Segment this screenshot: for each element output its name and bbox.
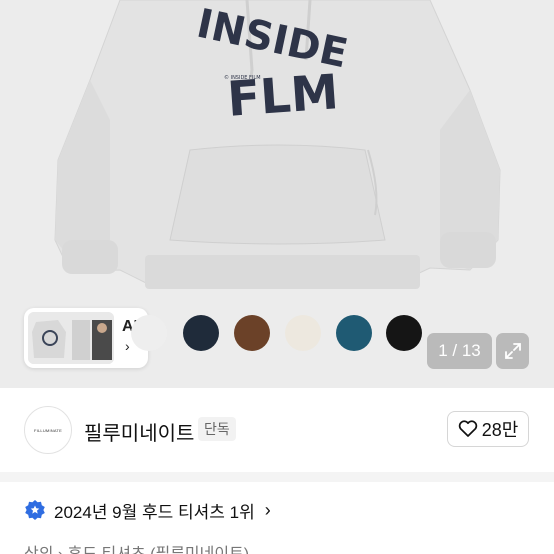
expand-icon[interactable] bbox=[496, 333, 529, 369]
seller-logo-text: FILLUMINATE bbox=[34, 427, 62, 433]
seller-logo[interactable]: FILLUMINATE bbox=[24, 406, 72, 454]
print-text-bottom: FLM bbox=[226, 64, 341, 128]
exclusive-badge: 단독 bbox=[198, 417, 236, 441]
color-swatch-black[interactable] bbox=[386, 315, 422, 351]
color-swatch-brown[interactable] bbox=[234, 315, 270, 351]
image-counter: 1 / 13 bbox=[427, 333, 492, 369]
ai-styling-thumbnail[interactable]: AI › bbox=[24, 308, 148, 368]
heart-icon bbox=[458, 420, 477, 437]
ranking-text: 2024년 9월 후드 티셔츠 1위 bbox=[54, 502, 255, 522]
ranking-badge-icon bbox=[25, 500, 45, 520]
color-swatch-teal[interactable] bbox=[336, 315, 372, 351]
chevron-right-icon: › bbox=[125, 338, 130, 354]
seller-name[interactable]: 필루미네이트 bbox=[84, 417, 194, 446]
color-swatch-light-gray[interactable] bbox=[131, 315, 167, 351]
like-count: 28만 bbox=[481, 420, 519, 440]
seller-row: FILLUMINATE 필루미네이트 단독 28만 bbox=[0, 388, 554, 472]
ai-thumbnail-images bbox=[28, 312, 114, 364]
color-swatch-cream[interactable] bbox=[285, 315, 321, 351]
color-swatch-navy[interactable] bbox=[183, 315, 219, 351]
chevron-right-icon: › bbox=[264, 499, 271, 520]
like-button[interactable]: 28만 bbox=[447, 411, 529, 447]
product-image[interactable]: INSIDE FLM © INSIDE FILM AI › 1 / 13 bbox=[0, 0, 554, 388]
ranking-link[interactable]: 2024년 9월 후드 티셔츠 1위 › bbox=[24, 496, 271, 524]
section-divider bbox=[0, 472, 554, 482]
breadcrumb[interactable]: 상의 › 후드 티셔츠 (필루미네이트) bbox=[24, 540, 249, 554]
print-small-text: © INSIDE FILM bbox=[224, 74, 261, 81]
